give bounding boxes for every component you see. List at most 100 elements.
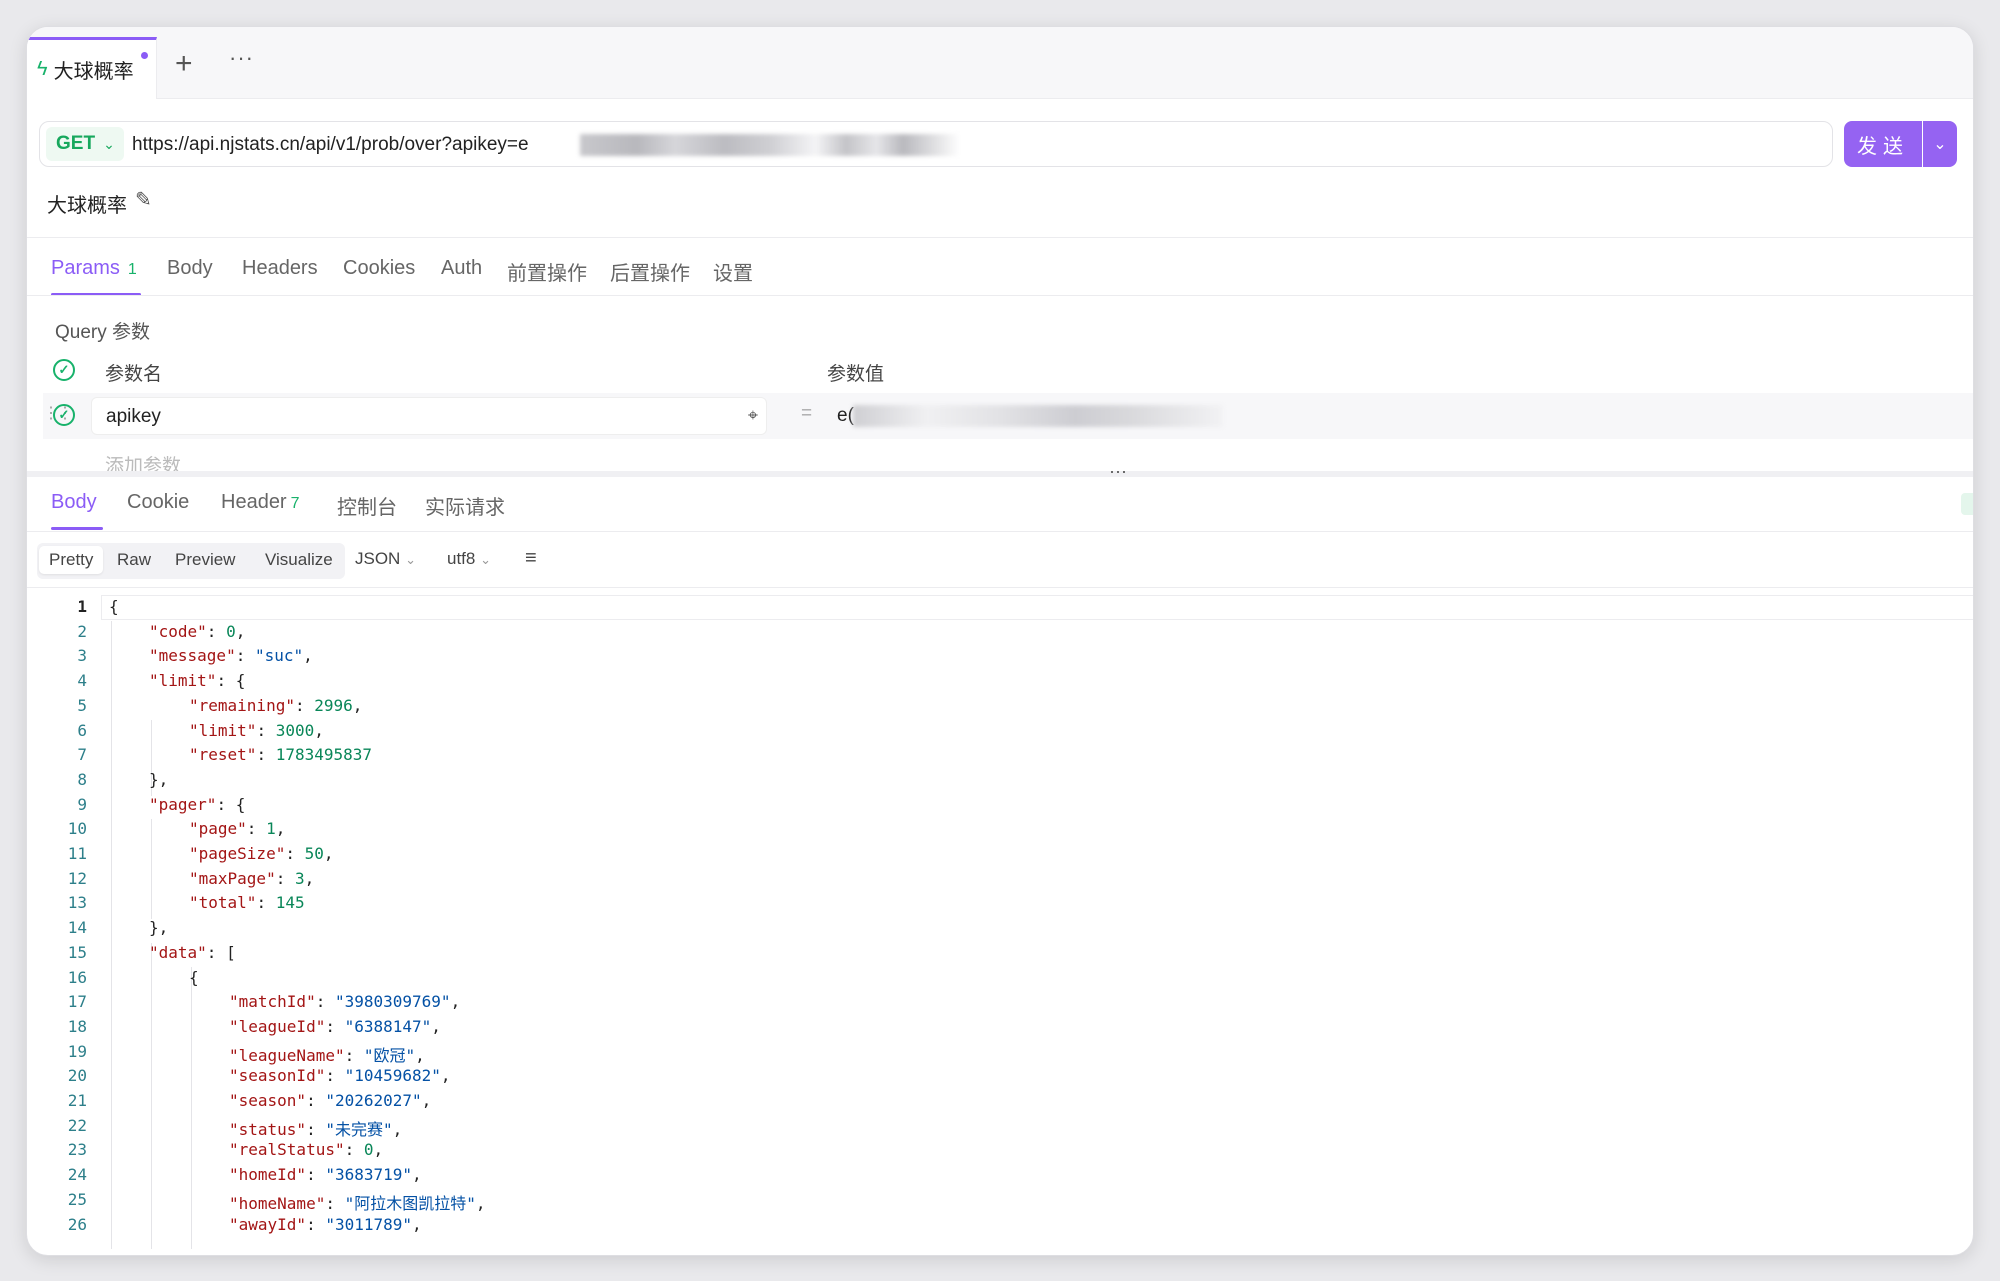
code-text: "message": "suc", [149, 646, 313, 666]
line-number: 9 [77, 794, 87, 814]
code-text: "awayId": "3011789", [229, 1214, 422, 1234]
magic-wand-icon[interactable]: ⌖ [748, 405, 758, 426]
header-count-badge: 7 [290, 495, 300, 512]
line-number: 17 [67, 992, 87, 1012]
param-value-input[interactable]: e( [837, 405, 854, 427]
param-row: ⋮⋮ ✓ apikey ⌖ = e( [43, 393, 1973, 439]
tab-bar: ϟ 大球概率 + ··· [27, 27, 1973, 99]
word-wrap-icon[interactable]: ≡ [525, 547, 537, 570]
code-line: 10 "page": 1, [27, 819, 1973, 844]
code-line: 19 "leagueName": "欧冠", [27, 1042, 1973, 1067]
tab-headers[interactable]: Headers [242, 257, 318, 280]
code-text: }, [149, 769, 169, 789]
line-number: 11 [67, 844, 87, 863]
line-number: 15 [67, 942, 87, 962]
format-pretty[interactable]: Pretty [39, 546, 104, 574]
url-bar[interactable]: GET ⌄ https://api.njstats.cn/api/v1/prob… [39, 121, 1833, 167]
select-all-checkbox[interactable]: ✓ [53, 359, 75, 381]
code-text: "limit": 3000, [189, 720, 324, 740]
request-name: 大球概率 [47, 195, 127, 217]
code-text: "status": "未完赛", [229, 1119, 403, 1139]
params-count-badge: 1 [127, 261, 137, 278]
code-line: 4 "limit": { [27, 671, 1973, 696]
code-line: 15 "data": [ [27, 943, 1973, 968]
code-line: 11 "pageSize": 50, [27, 844, 1973, 869]
line-number: 23 [67, 1140, 87, 1160]
param-value-header: 参数值 [827, 364, 885, 385]
send-button[interactable]: 发送 [1844, 121, 1922, 167]
line-number: 26 [67, 1214, 87, 1234]
line-number: 4 [77, 671, 87, 691]
code-text: "code": 0, [149, 621, 246, 641]
code-line: 18 "leagueId": "6388147", [27, 1017, 1973, 1042]
content-type-select[interactable]: JSON ⌄ [355, 549, 416, 569]
code-line: 17 "matchId": "3980309769", [27, 992, 1973, 1017]
status-badge [1961, 493, 1973, 515]
line-number: 5 [77, 695, 87, 715]
response-tab-header[interactable]: Header 7 [221, 491, 300, 514]
code-text: "matchId": "3980309769", [229, 992, 461, 1012]
code-text: "pageSize": 50, [189, 844, 334, 863]
tab-settings[interactable]: 设置 [713, 257, 753, 286]
tab-body[interactable]: Body [167, 257, 213, 280]
content-type-label: JSON [355, 549, 401, 568]
code-line: 7 "reset": 1783495837 [27, 745, 1973, 770]
response-body-editor[interactable]: 1{2 "code": 0, 3 "message": "suc", 4 "limit":… [27, 589, 1973, 1249]
line-number: 19 [67, 1041, 87, 1061]
response-tab-body[interactable]: Body [51, 491, 97, 514]
chevron-down-icon: ⌄ [1933, 136, 1947, 153]
encoding-select[interactable]: utf8 ⌄ [447, 549, 491, 569]
code-text: "season": "20262027", [229, 1091, 432, 1110]
line-number: 20 [67, 1066, 87, 1086]
param-key-text: apikey [106, 406, 161, 427]
tab-cookies[interactable]: Cookies [343, 257, 415, 280]
send-dropdown-button[interactable]: ⌄ [1923, 121, 1957, 167]
code-text: { [109, 597, 119, 616]
unsaved-dot-icon [141, 52, 148, 59]
panel-splitter[interactable] [27, 471, 1973, 477]
code-line: 9 "pager": { [27, 795, 1973, 820]
app-window: ϟ 大球概率 + ··· GET ⌄ https://api.njstats.c… [26, 26, 1974, 1256]
format-preview[interactable]: Preview [175, 550, 235, 570]
response-tab-console[interactable]: 控制台 [337, 491, 397, 520]
chevron-down-icon: ⌄ [103, 135, 115, 152]
format-visualize[interactable]: Visualize [265, 550, 333, 570]
code-line: 13 "total": 145 [27, 893, 1973, 918]
code-text: }, [149, 918, 169, 938]
line-number: 3 [77, 646, 87, 666]
divider [27, 295, 1973, 296]
query-params-title: Query 参数 [55, 322, 151, 343]
response-tab-actual-request[interactable]: 实际请求 [425, 491, 505, 520]
tab-params[interactable]: Params 1 [51, 257, 137, 280]
line-number: 25 [67, 1189, 87, 1209]
code-text: "pager": { [149, 794, 246, 814]
url-input[interactable]: https://api.njstats.cn/api/v1/prob/over?… [132, 134, 529, 156]
code-line: 16 { [27, 968, 1973, 993]
edit-icon[interactable]: ✎ [135, 187, 152, 212]
param-key-input[interactable]: apikey ⌖ [91, 397, 767, 435]
response-tab-cookie[interactable]: Cookie [127, 491, 189, 514]
chevron-down-icon: ⌄ [405, 552, 416, 567]
format-raw[interactable]: Raw [117, 550, 151, 570]
check-icon: ✓ [58, 407, 70, 422]
request-tab[interactable]: ϟ 大球概率 [27, 37, 157, 99]
method-select[interactable]: GET ⌄ [46, 127, 124, 161]
line-number: 6 [77, 720, 87, 740]
tab-pre-processors[interactable]: 前置操作 [507, 257, 587, 286]
code-text: { [189, 967, 199, 987]
tab-auth[interactable]: Auth [441, 257, 482, 280]
code-text: "homeId": "3683719", [229, 1165, 422, 1185]
tab-post-processors[interactable]: 后置操作 [610, 257, 690, 286]
splitter-handle-icon[interactable]: ··· [1109, 461, 1127, 482]
param-enabled-checkbox[interactable]: ✓ [53, 404, 75, 426]
code-line: 3 "message": "suc", [27, 646, 1973, 671]
code-line: 26 "awayId": "3011789", [27, 1215, 1973, 1240]
new-tab-button[interactable]: + [175, 47, 193, 81]
more-options-button[interactable]: ··· [229, 45, 254, 71]
code-line: 8}, [27, 770, 1973, 795]
line-number: 1 [77, 597, 87, 616]
method-label: GET [56, 133, 96, 154]
check-icon: ✓ [58, 362, 70, 377]
code-line: 24 "homeId": "3683719", [27, 1165, 1973, 1190]
line-number: 18 [67, 1016, 87, 1036]
